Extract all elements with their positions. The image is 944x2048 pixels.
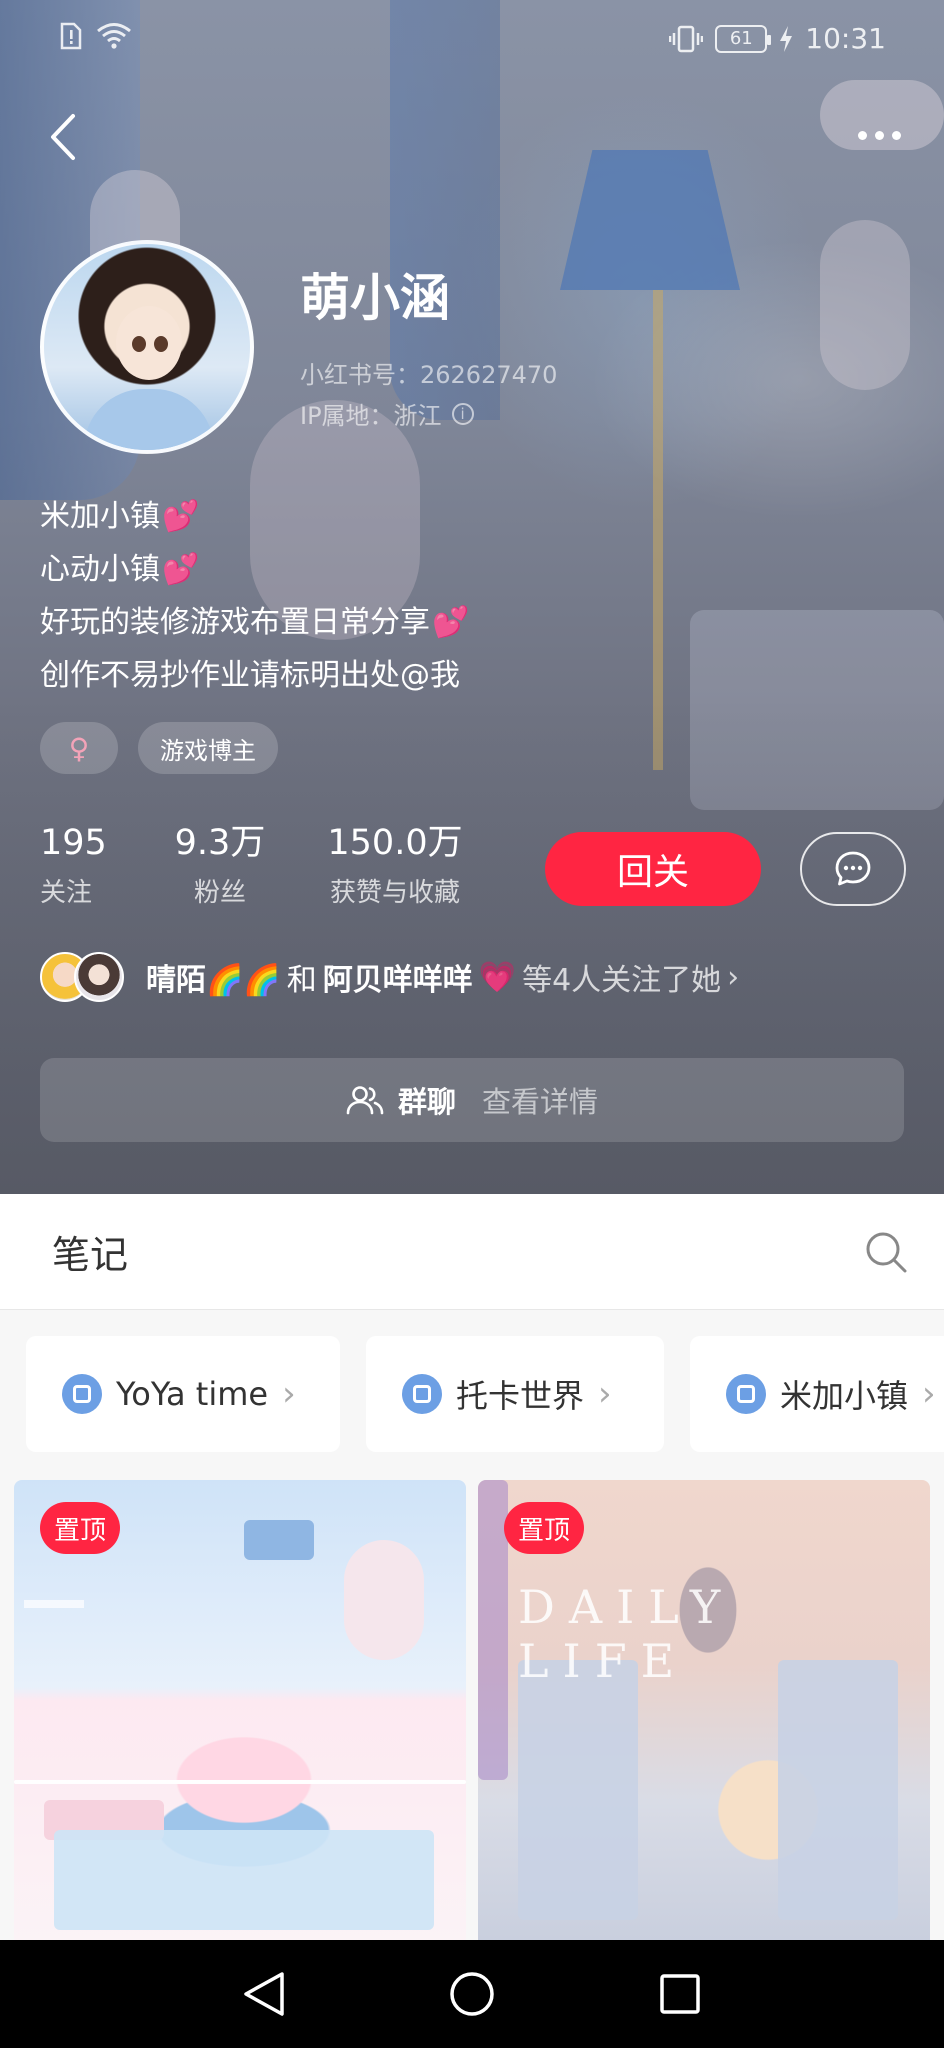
likes-count: 150.0万 [327,823,463,863]
info-icon: i [451,402,474,425]
profile-stats: 195 关注 9.3万 粉丝 150.0万 获赞与收藏 [40,822,490,909]
group-chat-button[interactable]: 群聊 查看详情 [40,1058,904,1142]
charging-icon [779,25,793,52]
mutual-suffix: 等4人关注了她 [522,963,722,998]
chevron-left-icon [51,114,75,160]
heart-icon: 💕 [432,605,470,640]
ip-location-text: IP属地：浙江 [300,402,442,430]
category-tag[interactable]: 游戏博主 [138,722,278,774]
heart-icon: 💕 [162,552,200,587]
nav-back-button[interactable] [224,1954,304,2034]
heart-icon: 💗 [478,959,517,995]
more-options-button[interactable] [844,110,914,160]
background-lamp [560,150,740,290]
collection-label: YoYa time [116,1375,269,1413]
square-recents-icon [660,1974,700,2014]
collection-icon [726,1374,766,1414]
collection-label: 米加小镇 [780,1377,909,1415]
nickname: 萌小涵 [300,269,450,327]
group-chat-detail: 查看详情 [482,1085,599,1119]
avatar[interactable] [40,240,254,454]
chevron-right-icon: › [598,1374,612,1414]
collection-yoya-time[interactable]: YoYa time › [26,1336,340,1452]
collection-toca-world[interactable]: 托卡世界 › [366,1336,664,1452]
ip-location[interactable]: IP属地：浙江 i [300,396,474,431]
search-icon [866,1232,907,1273]
collection-label: 托卡世界 [456,1377,585,1415]
tab-notes[interactable]: 笔记 [52,1224,128,1279]
following-label: 关注 [40,878,93,908]
followers-label: 粉丝 [193,878,246,908]
status-bar: 61 10:31 [0,0,944,80]
collection-miga-town[interactable]: 米加小镇 › [690,1336,944,1452]
nav-recents-button[interactable] [640,1954,720,2034]
chat-bubble-icon [835,851,871,886]
vibrate-icon [669,25,704,53]
back-button[interactable] [38,102,88,172]
chevron-right-icon: › [727,959,740,995]
mutual-user-1: 晴陌🌈🌈 [146,963,281,998]
followers-stat[interactable]: 9.3万 粉丝 [150,822,290,909]
note-image-wardrobe [518,1660,638,1920]
notes-header: 笔记 [0,1194,944,1310]
following-stat[interactable]: 195 关注 [40,822,150,909]
bio-line: 心动小镇💕 [40,552,200,587]
note-card[interactable]: DAILY LIFE 置顶 [478,1480,930,1940]
search-button[interactable] [858,1224,914,1280]
heart-icon: 💕 [162,499,200,534]
pinned-badge: 置顶 [504,1502,585,1554]
follow-back-button[interactable]: 回关 [545,832,761,906]
bio[interactable]: 米加小镇💕 心动小镇💕 好玩的装修游戏布置日常分享💕 创作不易抄作业请标明出处@… [40,490,740,702]
more-dots-icon [857,130,867,140]
note-image-bunny [344,1540,424,1660]
likes-stat[interactable]: 150.0万 获赞与收藏 [300,822,490,909]
mutual-followers[interactable]: 晴陌🌈🌈 和 阿贝咩咩咩 💗 等4人关注了她 › [40,952,739,1002]
collection-icon [402,1374,442,1414]
battery-icon: 61 [715,24,772,53]
collection-icon [62,1374,102,1414]
likes-label: 获赞与收藏 [329,878,460,908]
background-bunny [820,220,910,390]
pinned-badge: 置顶 [40,1502,121,1554]
message-button[interactable] [800,832,906,906]
note-image-lamp [244,1520,314,1560]
mutual-connector: 和 [286,963,317,998]
bio-line: 米加小镇💕 [40,499,200,534]
note-card[interactable]: 置顶 [14,1480,466,1940]
mutual-user-2: 阿贝咩咩咩 [322,963,473,998]
red-id[interactable]: 小红书号：262627470 [300,355,557,390]
group-chat-label: 群聊 [397,1085,456,1119]
profile-tags: ♀ 游戏博主 [40,722,278,774]
collections-row: YoYa time › 托卡世界 › 米加小镇 › [26,1336,944,1452]
bio-line: 创作不易抄作业请标明出处@我 [40,658,460,693]
wifi-icon [96,22,132,50]
chevron-right-icon: › [922,1374,936,1414]
nav-home-button[interactable] [432,1954,512,2034]
note-image-wardrobe [778,1660,898,1920]
chevron-right-icon: › [282,1374,296,1414]
mutual-avatar [74,952,124,1002]
profile-header: 61 10:31 萌小涵 小红书号：262627470 IP属地：浙江 i 米加… [0,0,944,1194]
notes-panel: 笔记 YoYa time › 托卡世界 › 米加小镇 › 置顶 DAILY LI… [0,1194,944,1940]
followers-count: 9.3万 [174,823,266,863]
sim-alert-icon [60,22,82,50]
following-count: 195 [40,823,107,863]
note-overlay-text: DAILY LIFE [518,1580,735,1688]
note-image-shelf [54,1830,434,1930]
gender-tag: ♀ [40,722,118,774]
system-nav-bar [0,1940,944,2048]
status-time: 10:31 [805,22,886,55]
triangle-back-icon [244,1972,284,2016]
circle-home-icon [450,1972,494,2016]
group-icon [346,1086,384,1115]
bio-line: 好玩的装修游戏布置日常分享💕 [40,605,470,640]
